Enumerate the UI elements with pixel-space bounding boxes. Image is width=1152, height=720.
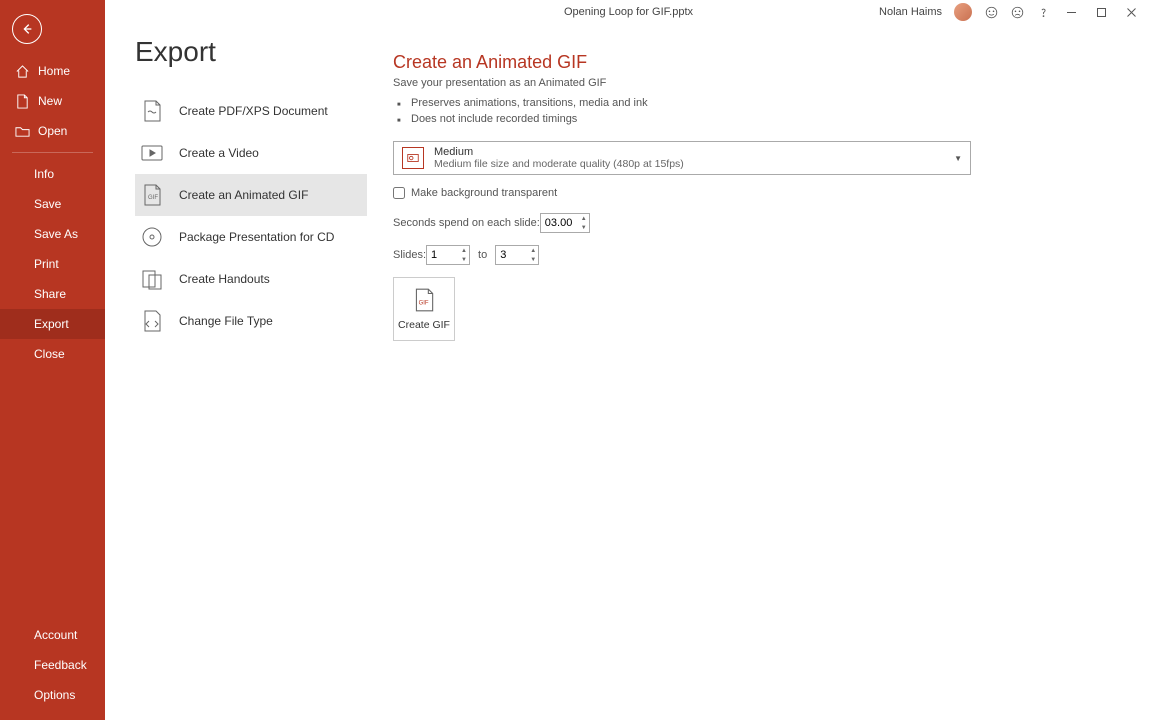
- export-item-cd[interactable]: Package Presentation for CD: [135, 216, 367, 258]
- export-item-pdf[interactable]: Create PDF/XPS Document: [135, 90, 367, 132]
- spin-down[interactable]: ▼: [579, 223, 589, 232]
- export-options-list: Export Create PDF/XPS Document Create a …: [105, 24, 367, 720]
- sidebar-label: Save: [34, 197, 61, 211]
- help-icon[interactable]: [1036, 5, 1050, 19]
- handouts-icon: [139, 266, 165, 292]
- new-icon: [14, 93, 30, 109]
- detail-subtitle: Save your presentation as an Animated GI…: [393, 77, 1128, 89]
- export-label: Create Handouts: [179, 272, 270, 286]
- spin-up[interactable]: ▲: [528, 246, 538, 255]
- export-item-gif[interactable]: GIF Create an Animated GIF: [135, 174, 367, 216]
- export-label: Change File Type: [179, 314, 273, 328]
- sidebar-item-print[interactable]: Print: [0, 249, 105, 279]
- minimize-button[interactable]: [1062, 7, 1080, 18]
- video-icon: [139, 140, 165, 166]
- sidebar-label: Feedback: [34, 658, 87, 672]
- sidebar-label: Info: [34, 167, 54, 181]
- slides-label: Slides:: [393, 249, 426, 261]
- spin-down[interactable]: ▼: [459, 255, 469, 264]
- svg-text:GIF: GIF: [148, 195, 158, 201]
- avatar[interactable]: [954, 3, 972, 21]
- spin-down[interactable]: ▼: [528, 255, 538, 264]
- export-item-filetype[interactable]: Change File Type: [135, 300, 367, 342]
- sidebar-label: Open: [38, 124, 67, 138]
- detail-bullet: Does not include recorded timings: [411, 111, 1128, 127]
- create-gif-label: Create GIF: [398, 319, 450, 331]
- quality-icon: [402, 147, 424, 169]
- arrow-left-icon: [20, 22, 34, 36]
- export-label: Package Presentation for CD: [179, 230, 334, 244]
- spin-up[interactable]: ▲: [459, 246, 469, 255]
- sidebar-item-saveas[interactable]: Save As: [0, 219, 105, 249]
- detail-heading: Create an Animated GIF: [393, 52, 1128, 73]
- export-label: Create PDF/XPS Document: [179, 104, 328, 118]
- export-label: Create a Video: [179, 146, 259, 160]
- sidebar-item-feedback[interactable]: Feedback: [0, 650, 105, 680]
- pdf-icon: [139, 98, 165, 124]
- sidebar-label: Share: [34, 287, 66, 301]
- sidebar-label: Close: [34, 347, 65, 361]
- back-button[interactable]: [12, 14, 42, 44]
- sidebar-label: Account: [34, 628, 77, 642]
- spin-up[interactable]: ▲: [579, 214, 589, 223]
- quality-dropdown[interactable]: Medium Medium file size and moderate qua…: [393, 141, 971, 175]
- maximize-button[interactable]: [1092, 7, 1110, 18]
- document-title: Opening Loop for GIF.pptx: [564, 6, 693, 18]
- slides-to-word: to: [478, 249, 487, 261]
- sidebar-label: Home: [38, 64, 70, 78]
- filetype-icon: [139, 308, 165, 334]
- face-sad-icon[interactable]: [1010, 5, 1024, 19]
- close-button[interactable]: [1122, 7, 1140, 18]
- divider: [12, 152, 93, 153]
- export-item-video[interactable]: Create a Video: [135, 132, 367, 174]
- open-icon: [14, 123, 30, 139]
- create-gif-icon: GIF: [411, 287, 437, 313]
- sidebar-item-home[interactable]: Home: [0, 56, 105, 86]
- titlebar: Opening Loop for GIF.pptx Nolan Haims: [105, 0, 1152, 24]
- sidebar-item-info[interactable]: Info: [0, 159, 105, 189]
- cd-icon: [139, 224, 165, 250]
- sidebar-item-open[interactable]: Open: [0, 116, 105, 146]
- username[interactable]: Nolan Haims: [879, 6, 942, 18]
- sidebar-item-new[interactable]: New: [0, 86, 105, 116]
- quality-title: Medium: [434, 146, 684, 158]
- sidebar-label: Options: [34, 688, 75, 702]
- export-label: Create an Animated GIF: [179, 188, 308, 202]
- sidebar-label: Print: [34, 257, 59, 271]
- transparent-label[interactable]: Make background transparent: [411, 187, 557, 199]
- home-icon: [14, 63, 30, 79]
- sidebar-item-options[interactable]: Options: [0, 680, 105, 710]
- detail-bullet: Preserves animations, transitions, media…: [411, 95, 1128, 111]
- sidebar-label: Save As: [34, 227, 78, 241]
- sidebar-item-save[interactable]: Save: [0, 189, 105, 219]
- chevron-down-icon: ▼: [954, 154, 962, 163]
- sidebar-item-export[interactable]: Export: [0, 309, 105, 339]
- page-title: Export: [135, 36, 367, 68]
- face-smile-icon[interactable]: [984, 5, 998, 19]
- create-gif-button[interactable]: GIF Create GIF: [393, 277, 455, 341]
- sidebar-label: Export: [34, 317, 69, 331]
- export-item-handouts[interactable]: Create Handouts: [135, 258, 367, 300]
- svg-text:GIF: GIF: [419, 300, 429, 306]
- seconds-label: Seconds spend on each slide:: [393, 217, 540, 229]
- sidebar-label: New: [38, 94, 62, 108]
- backstage-sidebar: Home New Open Info Save Save As Print Sh…: [0, 0, 105, 720]
- gif-icon: GIF: [139, 182, 165, 208]
- detail-pane: Create an Animated GIF Save your present…: [367, 24, 1152, 720]
- sidebar-item-close[interactable]: Close: [0, 339, 105, 369]
- quality-subtitle: Medium file size and moderate quality (4…: [434, 158, 684, 170]
- sidebar-item-share[interactable]: Share: [0, 279, 105, 309]
- sidebar-item-account[interactable]: Account: [0, 620, 105, 650]
- transparent-checkbox[interactable]: [393, 187, 405, 199]
